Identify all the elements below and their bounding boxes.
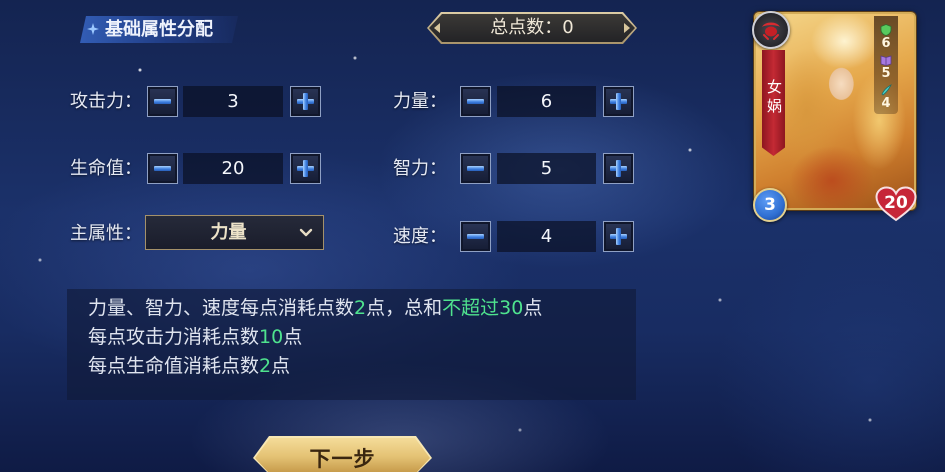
plus-icon xyxy=(291,154,320,183)
banner-ornament-left xyxy=(434,23,440,33)
info-text-segment: 点，总和 xyxy=(366,297,443,319)
info-text-segment: 10 xyxy=(259,326,284,348)
chevron-down-icon xyxy=(299,228,313,238)
attack-value-field[interactable]: 3 xyxy=(183,86,283,117)
section-title: 基础属性分配 xyxy=(105,19,213,40)
intellect-label: 智力： xyxy=(393,158,447,179)
plus-icon xyxy=(604,154,633,183)
minus-icon xyxy=(461,87,490,116)
minus-icon xyxy=(461,222,490,251)
rules-info-panel: 力量、智力、速度每点消耗点数2点，总和不超过30点 每点攻击力消耗点数10点 每… xyxy=(67,289,636,400)
card-stat-value: 4 xyxy=(881,96,891,111)
total-points-label: 总点数： xyxy=(490,17,563,38)
card-attack-value: 3 xyxy=(764,195,776,215)
info-text-segment: 力量、智力、速度每点消耗点数 xyxy=(88,297,355,319)
hero-card: 女娲 6 5 4 3 20 xyxy=(752,11,917,222)
card-stat: 6 xyxy=(874,22,898,52)
main-attribute-selected: 力量 xyxy=(210,222,247,243)
hp-increase-button[interactable] xyxy=(290,153,321,184)
strength-label: 力量： xyxy=(393,91,447,112)
speed-label: 速度： xyxy=(393,226,447,247)
card-stat-value: 5 xyxy=(881,66,891,81)
minus-icon xyxy=(461,154,490,183)
minus-icon xyxy=(148,87,177,116)
section-header: 基础属性分配 xyxy=(80,16,238,43)
main-attribute-dropdown[interactable]: 力量 xyxy=(145,215,324,250)
next-step-button-face: 下一步 xyxy=(255,438,430,472)
minus-icon xyxy=(148,154,177,183)
info-line: 每点生命值消耗点数2点 xyxy=(88,352,636,381)
next-step-label: 下一步 xyxy=(309,447,376,471)
card-stat-column: 6 5 4 xyxy=(874,16,898,114)
card-stat: 4 xyxy=(874,82,898,112)
info-line: 每点攻击力消耗点数10点 xyxy=(88,323,636,352)
card-stat: 5 xyxy=(874,52,898,82)
hp-badge: 20 xyxy=(875,186,917,222)
intellect-value-field[interactable]: 5 xyxy=(497,153,596,184)
info-text-segment: 2 xyxy=(259,355,272,377)
strength-icon xyxy=(880,24,892,36)
hp-decrease-button[interactable] xyxy=(147,153,178,184)
intellect-icon xyxy=(880,54,892,66)
strength-value-field[interactable]: 6 xyxy=(497,86,596,117)
info-text-segment: 每点生命值消耗点数 xyxy=(88,355,260,377)
main-attribute-label: 主属性： xyxy=(70,223,142,244)
attack-increase-button[interactable] xyxy=(290,86,321,117)
info-text-segment: 每点攻击力消耗点数 xyxy=(88,326,260,348)
plus-icon xyxy=(604,222,633,251)
attack-badge: 3 xyxy=(753,188,787,222)
intellect-decrease-button[interactable] xyxy=(460,153,491,184)
diamond-star-icon xyxy=(87,23,99,35)
attribute-allocation-screen: 基础属性分配 总点数：0 攻击力： 3 生命值： 20 主属性： 力量 力量： … xyxy=(0,0,945,472)
plus-icon xyxy=(604,87,633,116)
info-text-segment: 点 xyxy=(283,326,303,348)
attack-label: 攻击力： xyxy=(70,91,142,112)
intellect-increase-button[interactable] xyxy=(603,153,634,184)
faction-emblem-icon xyxy=(752,11,790,49)
speed-value-field[interactable]: 4 xyxy=(497,221,596,252)
banner-ornament-right xyxy=(624,23,630,33)
info-text-segment: 不超过30 xyxy=(442,297,524,319)
hero-name-banner: 女娲 xyxy=(762,50,785,156)
strength-decrease-button[interactable] xyxy=(460,86,491,117)
plus-icon xyxy=(291,87,320,116)
info-text-segment: 点 xyxy=(523,297,543,319)
total-points-display: 总点数：0 xyxy=(429,14,635,42)
total-points-value: 0 xyxy=(562,17,574,38)
card-hp-value: 20 xyxy=(884,193,908,213)
total-points-banner: 总点数：0 xyxy=(427,12,637,44)
info-text-segment: 2 xyxy=(354,297,367,319)
info-line: 力量、智力、速度每点消耗点数2点，总和不超过30点 xyxy=(88,294,636,323)
card-stat-value: 6 xyxy=(881,36,891,51)
speed-decrease-button[interactable] xyxy=(460,221,491,252)
info-text-segment: 点 xyxy=(271,355,291,377)
strength-increase-button[interactable] xyxy=(603,86,634,117)
speed-increase-button[interactable] xyxy=(603,221,634,252)
attack-decrease-button[interactable] xyxy=(147,86,178,117)
hero-name: 女娲 xyxy=(765,79,783,117)
next-step-button[interactable]: 下一步 xyxy=(253,436,432,472)
speed-icon xyxy=(880,84,892,96)
hp-value-field[interactable]: 20 xyxy=(183,153,283,184)
hp-label: 生命值： xyxy=(70,158,142,179)
